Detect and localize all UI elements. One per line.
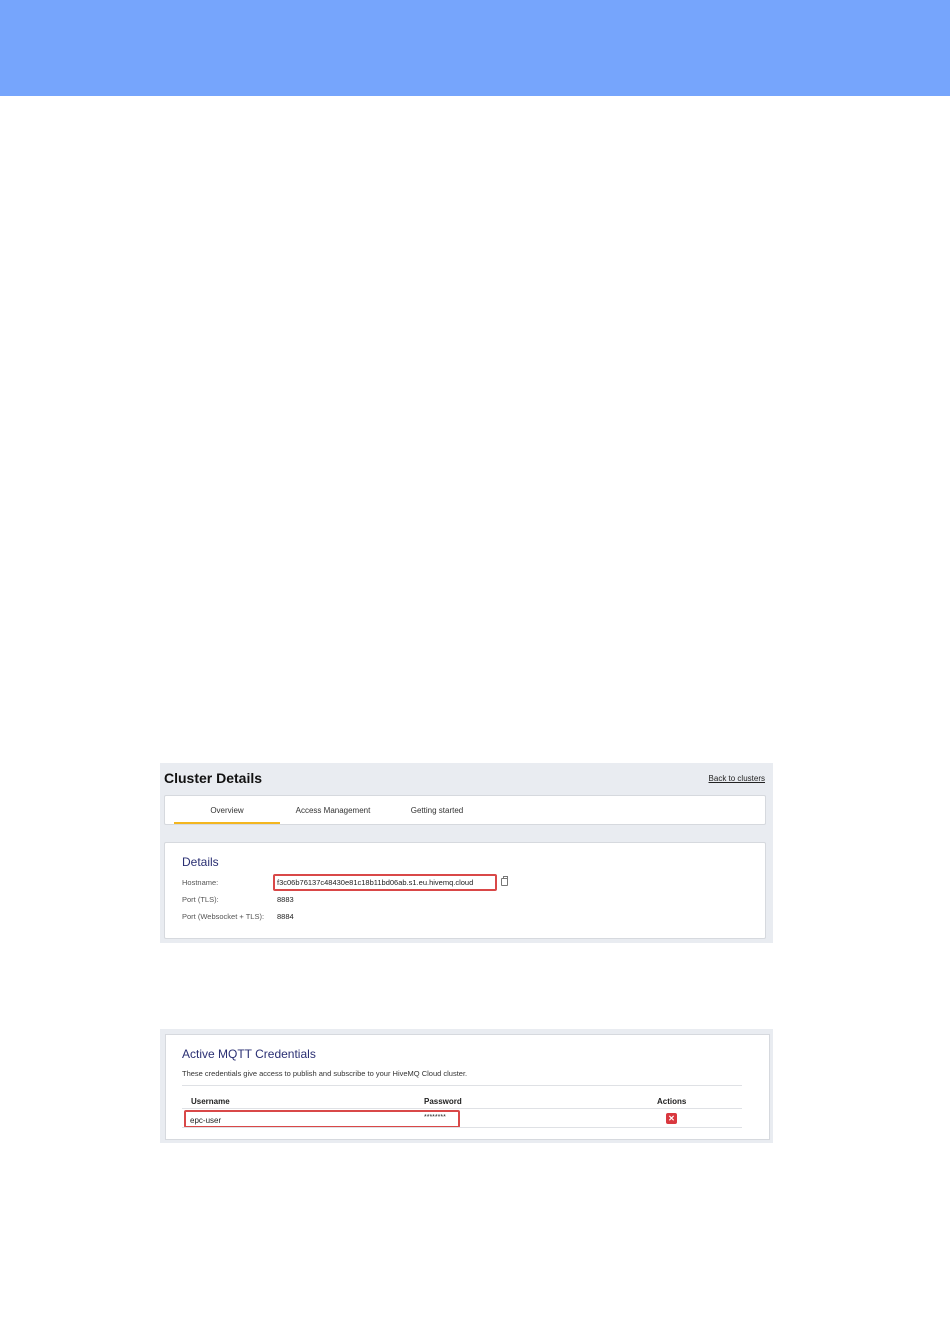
page-title: Cluster Details (164, 770, 263, 786)
details-card: Details Hostname: f3c06b76137c48430e81c1… (164, 842, 766, 939)
column-header-actions: Actions (657, 1097, 687, 1106)
credentials-card: Active MQTT Credentials These credential… (165, 1034, 770, 1140)
credentials-heading: Active MQTT Credentials (182, 1047, 316, 1061)
delete-credential-button[interactable]: ✕ (666, 1113, 677, 1124)
column-header-password: Password (424, 1097, 462, 1106)
credentials-description: These credentials give access to publish… (182, 1069, 468, 1078)
details-heading: Details (182, 855, 219, 869)
column-header-username: Username (191, 1097, 230, 1106)
port-tls-label: Port (TLS): (182, 895, 219, 904)
divider (182, 1085, 742, 1086)
hostname-label: Hostname: (182, 878, 219, 887)
port-tls-value: 8883 (277, 895, 294, 904)
cluster-details-panel: Cluster Details Back to clusters Overvie… (160, 763, 773, 943)
tab-overview[interactable]: Overview (174, 796, 280, 824)
credentials-highlight-box (184, 1110, 460, 1128)
port-websocket-label: Port (Websocket + TLS): (182, 912, 265, 921)
port-websocket-value: 8884 (277, 912, 294, 921)
copy-icon[interactable] (501, 876, 508, 886)
hostname-highlight-box (273, 874, 497, 891)
back-to-clusters-link[interactable]: Back to clusters (709, 774, 765, 783)
divider (182, 1108, 742, 1109)
mqtt-credentials-panel: Active MQTT Credentials These credential… (160, 1029, 773, 1143)
divider (182, 1127, 742, 1128)
tab-bar: Overview Access Management Getting start… (164, 795, 766, 825)
tab-access-management[interactable]: Access Management (285, 796, 381, 824)
top-banner (0, 0, 950, 96)
tab-getting-started[interactable]: Getting started (397, 796, 477, 824)
